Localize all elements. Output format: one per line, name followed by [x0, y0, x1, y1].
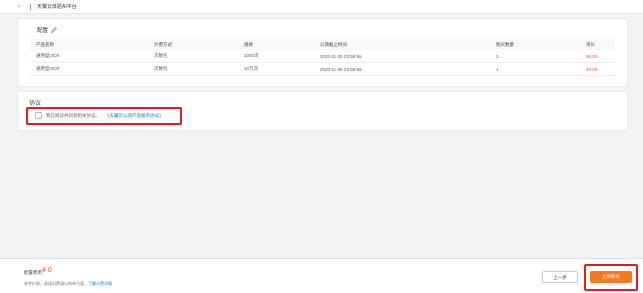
config-card: 配置 产品名称 计费方式 规格 公测截止时间 购买数量 单价 通用型OCR 次数… — [17, 18, 628, 87]
highlight-box — [584, 264, 638, 291]
col-billing: 计费方式 — [148, 39, 238, 50]
config-header: 配置 — [37, 26, 57, 34]
cell-billing: 次数包 — [148, 62, 238, 76]
edit-icon[interactable] — [51, 27, 57, 33]
billing-details-link[interactable]: 了解计费详情 — [88, 281, 112, 286]
agreement-card: 协议 我已阅读并同意相关协议。 《天翼云公测产品服务协议》 — [17, 91, 628, 131]
cell-quantity: 1 — [490, 50, 580, 63]
agreement-title: 协议 — [29, 101, 42, 107]
cell-spec: 1000次 — [238, 50, 314, 63]
cell-deadline: 2020-11-30 23:59:59 — [314, 62, 490, 76]
table-row: 通用型OCR 次数包 1000次 2020-11-30 23:59:59 1 ¥… — [30, 50, 615, 63]
price-note-text: 参考价格，具体扣费请以账单为准。 — [24, 281, 88, 286]
price-note: 参考价格，具体扣费请以账单为准。了解计费详情 — [24, 281, 112, 287]
cell-product-name: 通用型OCR — [30, 62, 148, 76]
config-label: 配置 — [37, 28, 49, 34]
fee-value: ¥ 0 — [42, 267, 52, 274]
col-product-name: 产品名称 — [30, 39, 148, 50]
col-quantity: 购买数量 — [490, 39, 580, 50]
highlight-box — [26, 107, 182, 125]
cell-spec: 10万次 — [238, 62, 314, 76]
back-icon[interactable]: ‹ — [18, 4, 24, 10]
cell-product-name: 通用型OCR — [30, 50, 148, 63]
col-spec: 规格 — [238, 39, 314, 50]
table-row: 通用型OCR 次数包 10万次 2020-11-30 23:59:59 1 ¥0… — [30, 62, 615, 76]
cell-billing: 次数包 — [148, 50, 238, 63]
cell-price: ¥0.00 — [580, 62, 615, 76]
product-table: 产品名称 计费方式 规格 公测截止时间 购买数量 单价 通用型OCR 次数包 1… — [30, 39, 615, 76]
table-header-row: 产品名称 计费方式 规格 公测截止时间 购买数量 单价 — [30, 39, 615, 50]
top-bar: ‹ 天翼云体验AI平台 — [0, 0, 643, 14]
divider — [30, 3, 31, 10]
col-price: 单价 — [580, 39, 615, 50]
page-title: 天翼云体验AI平台 — [37, 4, 77, 10]
col-deadline: 公测截止时间 — [314, 39, 490, 50]
cell-quantity: 1 — [490, 62, 580, 76]
prev-step-button[interactable]: 上一步 — [542, 271, 578, 283]
fee-label: 配置费用 — [24, 270, 42, 275]
cell-price: ¥0.00 — [580, 50, 615, 63]
footer-bar: 配置费用 ¥ 0 参考价格，具体扣费请以账单为准。了解计费详情 上一步 立即购买 — [0, 258, 643, 293]
cell-deadline: 2020-11-30 23:59:59 — [314, 50, 490, 63]
